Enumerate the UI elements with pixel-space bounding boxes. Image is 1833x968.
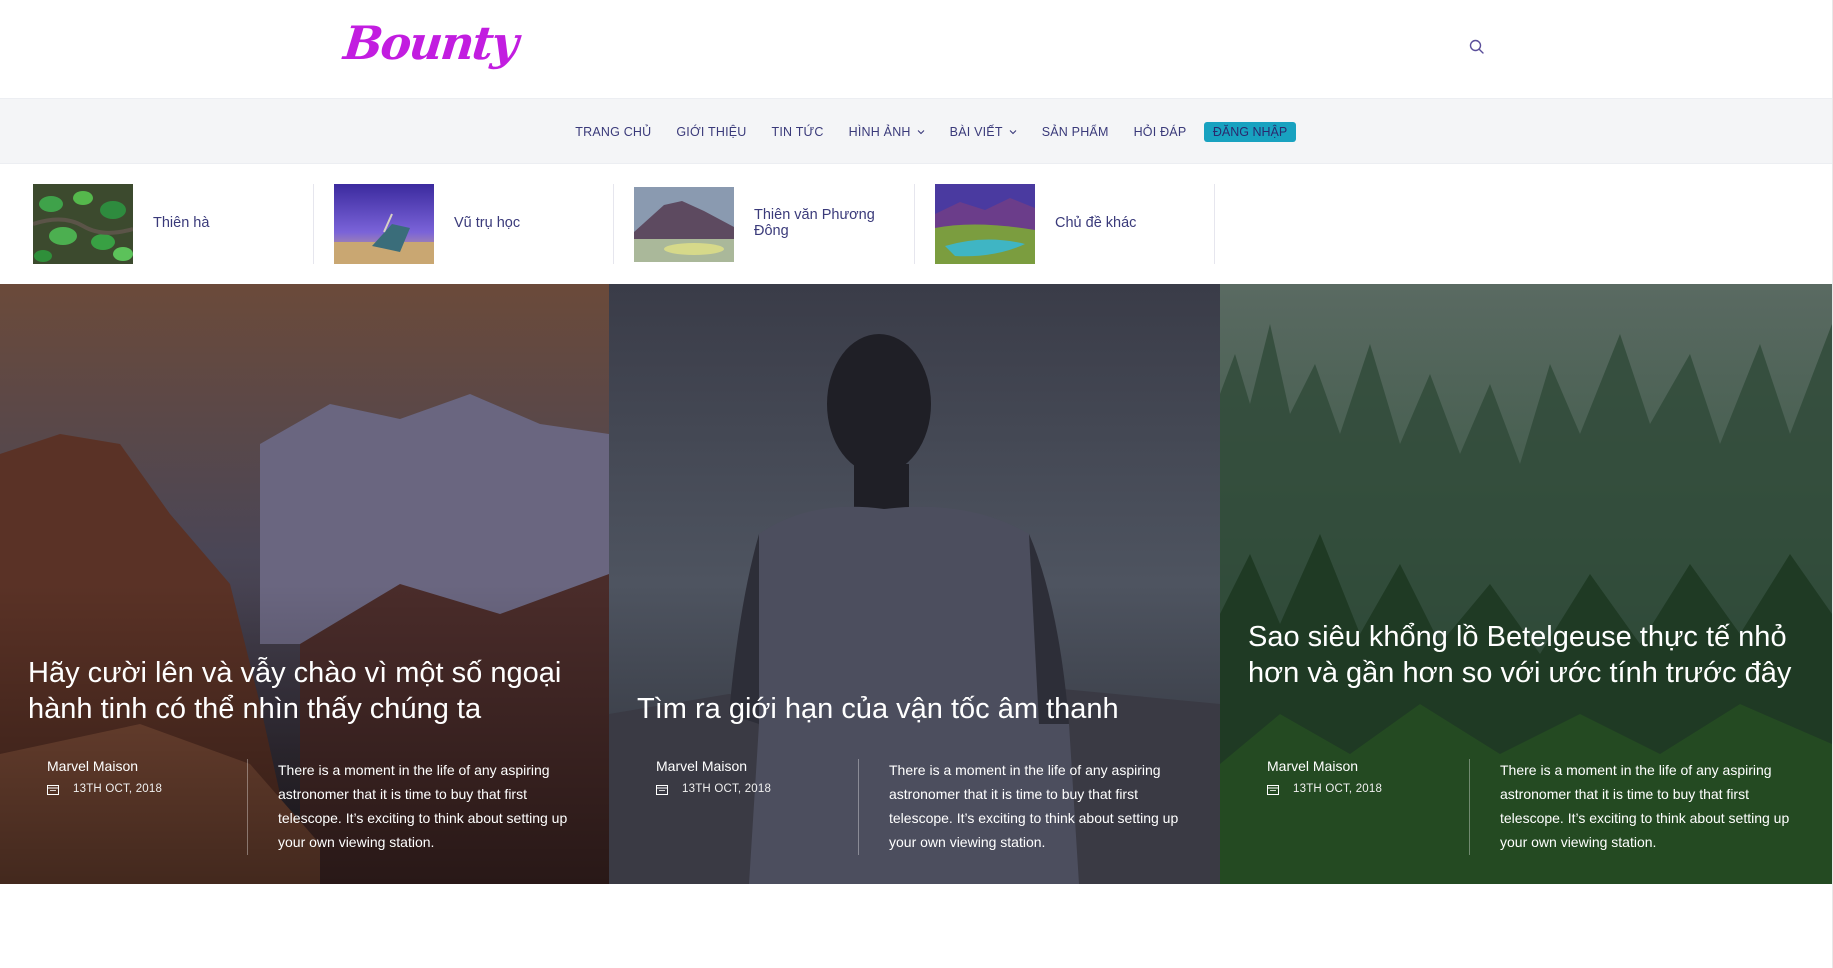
calendar-icon <box>656 784 668 795</box>
nav-item-label: TRANG CHỦ <box>575 125 652 139</box>
category-item-other-topics[interactable]: Chủ đề khác <box>935 184 1195 264</box>
category-item-eastern-astronomy[interactable]: Thiên văn Phương Đông <box>634 184 894 264</box>
category-item-cosmology[interactable]: Vũ trụ học <box>334 184 594 264</box>
category-thumbnail <box>334 184 434 264</box>
chevron-down-icon <box>1009 130 1017 135</box>
category-thumbnail <box>33 184 133 264</box>
nav-item-label: SẢN PHẨM <box>1041 125 1109 139</box>
category-label: Thiên hà <box>153 215 210 232</box>
chevron-down-icon <box>917 130 925 135</box>
category-label: Chủ đề khác <box>1055 215 1137 232</box>
nav-item-label: TIN TỨC <box>771 125 824 139</box>
post-meta: Marvel Maison 13TH OCT, 2018 <box>47 758 162 795</box>
search-icon[interactable] <box>1468 38 1486 56</box>
post-date-row: 13TH OCT, 2018 <box>1267 783 1382 795</box>
nav-item-home[interactable]: TRANG CHỦ <box>563 125 664 139</box>
featured-posts: Hãy cười lên và vẫy chào vì một số ngoại… <box>0 284 1833 884</box>
calendar-icon <box>1267 784 1279 795</box>
category-divider <box>313 184 314 264</box>
post-meta: Marvel Maison 13TH OCT, 2018 <box>656 758 771 795</box>
featured-post-card[interactable]: Sao siêu khổng lồ Betelgeuse thực tế nhỏ… <box>1220 284 1832 884</box>
post-meta-divider <box>1469 759 1470 855</box>
post-meta-divider <box>858 759 859 855</box>
nav-item-label: GIỚI THIỆU <box>676 125 747 139</box>
post-meta: Marvel Maison 13TH OCT, 2018 <box>1267 758 1382 795</box>
category-divider <box>1214 184 1215 264</box>
category-thumbnail <box>634 186 734 262</box>
featured-post-card[interactable]: Tìm ra giới hạn của vận tốc âm thanh Mar… <box>609 284 1220 884</box>
nav-item-label: HỎI ĐÁP <box>1133 125 1187 139</box>
nav-item-images[interactable]: HÌNH ẢNH <box>836 125 937 139</box>
category-divider <box>613 184 614 264</box>
calendar-icon <box>47 784 59 795</box>
post-title[interactable]: Tìm ra giới hạn của vận tốc âm thanh <box>637 691 1192 727</box>
site-logo[interactable]: Bounty <box>341 16 519 70</box>
post-excerpt: There is a moment in the life of any asp… <box>278 762 568 850</box>
post-date: 13TH OCT, 2018 <box>682 783 772 795</box>
post-date: 13TH OCT, 2018 <box>73 783 163 795</box>
post-excerpt: There is a moment in the life of any asp… <box>889 762 1179 850</box>
nav-item-label: HÌNH ẢNH <box>848 125 911 139</box>
category-label: Vũ trụ học <box>454 215 521 232</box>
category-strip: Thiên hà Vũ trụ học Thiên văn Phương Đôn… <box>0 164 1833 284</box>
nav-item-faq[interactable]: HỎI ĐÁP <box>1121 125 1199 139</box>
post-author[interactable]: Marvel Maison <box>47 758 162 774</box>
post-title[interactable]: Hãy cười lên và vẫy chào vì một số ngoại… <box>28 655 581 727</box>
nav-item-products[interactable]: SẢN PHẨM <box>1029 125 1121 139</box>
featured-post-card[interactable]: Hãy cười lên và vẫy chào vì một số ngoại… <box>0 284 609 884</box>
post-title[interactable]: Sao siêu khổng lồ Betelgeuse thực tế nhỏ… <box>1248 619 1804 691</box>
post-date: 13TH OCT, 2018 <box>1293 783 1383 795</box>
nav-item-news[interactable]: TIN TỨC <box>759 125 836 139</box>
post-date-row: 13TH OCT, 2018 <box>656 783 771 795</box>
nav-item-label: BÀI VIẾT <box>949 125 1003 139</box>
post-author[interactable]: Marvel Maison <box>656 758 771 774</box>
main-nav: TRANG CHỦ GIỚI THIỆU TIN TỨC HÌNH ẢNH BÀ… <box>0 99 1833 165</box>
login-button[interactable]: ĐĂNG NHẬP <box>1203 122 1297 142</box>
category-divider <box>914 184 915 264</box>
nav-item-articles[interactable]: BÀI VIẾT <box>937 125 1029 139</box>
site-header: Bounty <box>0 0 1833 98</box>
post-excerpt: There is a moment in the life of any asp… <box>1500 762 1790 850</box>
post-author[interactable]: Marvel Maison <box>1267 758 1382 774</box>
main-navbar: TRANG CHỦ GIỚI THIỆU TIN TỨC HÌNH ẢNH BÀ… <box>0 98 1833 164</box>
nav-item-about[interactable]: GIỚI THIỆU <box>664 125 759 139</box>
post-meta-divider <box>247 759 248 855</box>
category-item-galaxy[interactable]: Thiên hà <box>33 184 293 264</box>
category-thumbnail <box>935 184 1035 264</box>
post-date-row: 13TH OCT, 2018 <box>47 783 162 795</box>
category-label: Thiên văn Phương Đông <box>754 207 875 239</box>
